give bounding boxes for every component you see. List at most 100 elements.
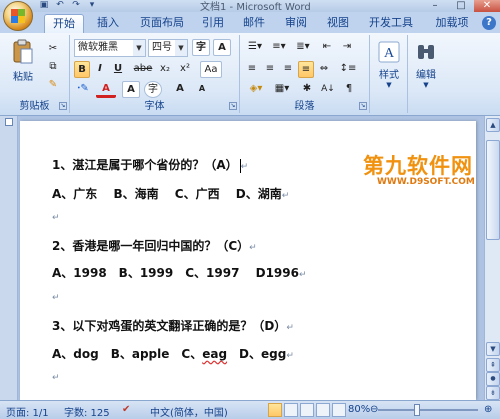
font-color-button[interactable]: A (96, 81, 116, 98)
font-size-combo[interactable]: 四号 ▼ (148, 39, 188, 57)
office-button[interactable] (3, 1, 33, 31)
previous-page-icon[interactable]: ⇞ (486, 358, 500, 372)
minimize-button[interactable]: – (422, 0, 448, 12)
change-case-button[interactable]: Aa (200, 61, 222, 78)
zoom-in-icon[interactable]: ⊕ (484, 404, 492, 415)
word-count[interactable]: 字数: 125 (64, 404, 110, 419)
editing-group[interactable]: 编辑 ▼ (408, 35, 444, 113)
copy-icon[interactable]: ⧉ (44, 59, 62, 76)
paragraph-launcher-icon[interactable]: ↘ (359, 102, 367, 110)
spelling-check-icon[interactable]: ✔ (122, 404, 130, 415)
tab-addins[interactable]: 加载项 (428, 14, 476, 33)
help-icon[interactable]: ? (482, 16, 496, 30)
bullets-icon[interactable]: ☰▾ (244, 39, 266, 56)
chevron-down-icon: ▼ (133, 40, 145, 56)
paragraph-mark: ↵ (286, 323, 294, 333)
customize-icon[interactable]: ▾ (86, 0, 98, 11)
zoom-level[interactable]: 80% (348, 404, 370, 415)
question-1[interactable]: 1、湛江是属于哪个省份的？（A） ↵ (52, 156, 248, 173)
line-spacing-icon[interactable]: ↕≡ (336, 61, 360, 78)
align-right-icon[interactable]: ≡ (280, 61, 296, 78)
question-2-text: 2、香港是哪一年回归中国的？（C） (52, 239, 250, 253)
align-left-icon[interactable]: ≡ (244, 61, 260, 78)
zoom-slider[interactable] (378, 409, 478, 411)
redo-icon[interactable]: ↷ (70, 0, 82, 11)
justify-icon[interactable]: ≡ (298, 61, 314, 78)
phonetic-guide-button[interactable]: 字 (192, 39, 210, 56)
browse-object-icon[interactable]: ● (486, 372, 500, 386)
tab-references[interactable]: 引用 (196, 14, 230, 33)
increase-indent-icon[interactable]: ⇥ (338, 39, 356, 56)
font-launcher-icon[interactable]: ↘ (229, 102, 237, 110)
decrease-indent-icon[interactable]: ⇤ (318, 39, 336, 56)
next-page-icon[interactable]: ⇟ (486, 386, 500, 400)
close-button[interactable]: ✕ (474, 0, 500, 12)
tab-developer[interactable]: 开发工具 (362, 14, 420, 33)
distributed-icon[interactable]: ⇔ (316, 61, 332, 78)
scroll-thumb[interactable] (486, 140, 500, 240)
borders-icon[interactable]: ▦▾ (270, 81, 294, 98)
paragraph-group-label: 段落 (294, 101, 315, 112)
subscript-button[interactable]: x₂ (156, 61, 174, 78)
answer-1[interactable]: A、广东 B、海南 C、广西 D、湖南↵ (52, 185, 289, 202)
tab-review[interactable]: 审阅 (278, 14, 314, 33)
tab-view[interactable]: 视图 (320, 14, 356, 33)
save-icon[interactable]: ▣ (38, 0, 50, 11)
scroll-down-icon[interactable]: ▼ (486, 342, 500, 356)
shrink-font-button[interactable]: A (192, 81, 212, 98)
sort-button[interactable]: A↓ (318, 81, 338, 98)
enclose-characters-button[interactable]: 字 (144, 81, 162, 98)
answer-3[interactable]: A、dog B、apple C、eag D、egg↵ (52, 345, 294, 362)
tab-insert[interactable]: 插入 (90, 14, 126, 33)
zoom-slider-thumb[interactable] (413, 404, 420, 416)
outline-view-icon[interactable] (316, 403, 330, 417)
tab-mailings[interactable]: 邮件 (236, 14, 272, 33)
align-center-icon[interactable]: ≡ (262, 61, 278, 78)
styles-button[interactable]: A 样式 ▼ (374, 41, 404, 89)
tab-page-layout[interactable]: 页面布局 (132, 14, 192, 33)
format-painter-icon[interactable]: ✎ (44, 77, 62, 94)
spelling-error-word[interactable]: eag (202, 347, 227, 361)
watermark-main-text: 第九软件网 (363, 154, 473, 178)
styles-group[interactable]: A 样式 ▼ (370, 35, 408, 113)
page-count[interactable]: 页面: 1/1 (6, 404, 49, 419)
answer-3-text-a: A、dog B、apple C、 (52, 347, 203, 361)
font-size-value: 四号 (152, 42, 172, 53)
show-marks-button[interactable]: ¶ (340, 81, 358, 98)
superscript-button[interactable]: x² (176, 61, 194, 78)
question-3[interactable]: 3、以下对鸡蛋的英文翻译正确的是？（D）↵ (52, 317, 294, 334)
chinese-layout-icon[interactable]: ✱ (298, 81, 316, 98)
vertical-scrollbar[interactable]: ▲ ▼ ⇞ ● ⇟ (484, 116, 500, 400)
language-indicator[interactable]: 中文(简体，中国) (150, 404, 228, 419)
font-name-combo[interactable]: 微软雅黑 ▼ (74, 39, 146, 57)
clipboard-launcher-icon[interactable]: ↘ (59, 102, 67, 110)
ruler-toggle-icon[interactable] (5, 118, 13, 126)
multilevel-list-icon[interactable]: ≣▾ (292, 39, 314, 56)
character-border-button[interactable]: A (213, 39, 231, 56)
paragraph-mark: ↵ (298, 270, 307, 280)
bold-button[interactable]: B (74, 61, 90, 78)
underline-button[interactable]: U (110, 61, 126, 78)
paragraph-mark: ↵ (52, 373, 60, 383)
strikethrough-button[interactable]: abe (132, 61, 154, 78)
grow-font-button[interactable]: A (170, 81, 190, 98)
answer-2[interactable]: A、1998 B、1999 C、1997 D1996↵ (52, 264, 307, 281)
tab-home[interactable]: 开始 (44, 14, 84, 33)
paste-button[interactable]: 粘贴 (8, 39, 38, 83)
maximize-button[interactable]: □ (448, 0, 474, 12)
draft-view-icon[interactable] (332, 403, 346, 417)
undo-icon[interactable]: ↶ (54, 0, 66, 11)
question-2[interactable]: 2、香港是哪一年回归中国的？（C）↵ (52, 237, 257, 254)
web-layout-view-icon[interactable] (300, 403, 314, 417)
character-shading-button[interactable]: A (122, 81, 140, 98)
editing-button[interactable]: 编辑 ▼ (411, 41, 441, 89)
full-screen-view-icon[interactable] (284, 403, 298, 417)
italic-button[interactable]: I (92, 61, 108, 78)
text-effects-icon[interactable]: ꞏ✎ (74, 81, 92, 98)
numbering-icon[interactable]: ≡▾ (268, 39, 290, 56)
shading-icon[interactable]: ◈▾ (244, 81, 268, 98)
print-layout-view-icon[interactable] (268, 403, 282, 417)
scroll-up-icon[interactable]: ▲ (486, 118, 500, 132)
cut-icon[interactable]: ✂ (44, 41, 62, 58)
paste-icon (13, 39, 33, 64)
